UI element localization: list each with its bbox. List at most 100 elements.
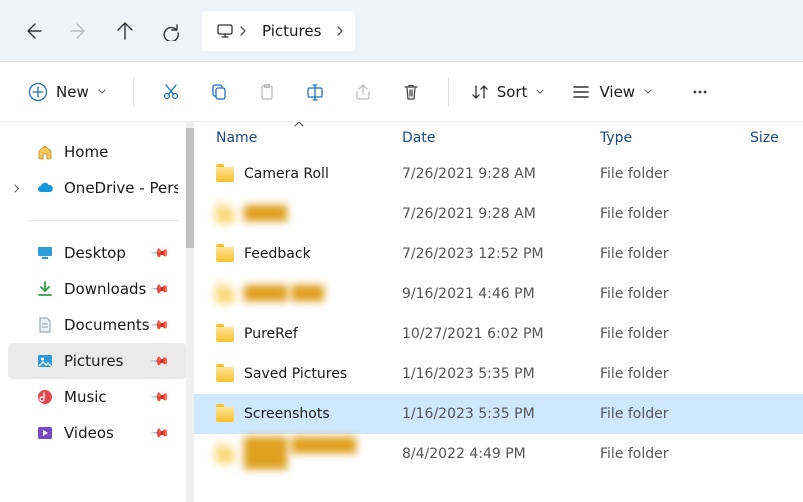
sidebar-item-label: Videos (64, 424, 114, 442)
view-label: View (599, 83, 635, 101)
cell-type: File folder (600, 286, 750, 302)
view-list-icon (571, 83, 591, 101)
folder-icon (216, 367, 234, 382)
cell-date: 10/27/2021 6:02 PM (402, 326, 600, 342)
separator (448, 78, 449, 106)
sidebar-item-videos[interactable]: Videos 📌 (8, 415, 186, 451)
cell-name: Screenshots (216, 406, 402, 422)
more-button[interactable] (677, 72, 723, 112)
chevron-down-icon (97, 87, 107, 97)
copy-button[interactable] (196, 72, 242, 112)
cell-type: File folder (600, 406, 750, 422)
sidebar-item-pictures[interactable]: Pictures 📌 (8, 343, 186, 379)
download-icon (36, 280, 54, 298)
table-row[interactable]: ████7/26/2021 9:28 AMFile folder (194, 194, 803, 234)
arrow-left-icon (23, 21, 43, 41)
forward-button[interactable] (56, 8, 102, 54)
file-name: ████ ███ (244, 286, 324, 302)
table-row[interactable]: Camera Roll7/26/2021 9:28 AMFile folder (194, 154, 803, 194)
toolbar: New Sort View (0, 62, 803, 122)
cell-name: PureRef (216, 326, 402, 342)
column-header-name[interactable]: Name (216, 130, 402, 146)
file-name: Screenshots (244, 406, 330, 422)
cell-date: 8/4/2022 4:49 PM (402, 446, 600, 462)
pin-icon: 📌 (150, 387, 170, 407)
pin-icon: 📌 (150, 315, 170, 335)
chevron-right-icon[interactable] (12, 184, 21, 193)
pin-icon: 📌 (150, 423, 170, 443)
table-row[interactable]: Saved Pictures1/16/2023 5:35 PMFile fold… (194, 354, 803, 394)
chevron-down-icon (535, 87, 545, 97)
file-name: PureRef (244, 326, 298, 342)
up-button[interactable] (102, 8, 148, 54)
folder-icon (216, 167, 234, 182)
sidebar-item-label: Pictures (64, 352, 123, 370)
sort-label: Sort (497, 83, 528, 101)
column-header-type[interactable]: Type (600, 130, 750, 146)
paste-button[interactable] (244, 72, 290, 112)
cell-type: File folder (600, 246, 750, 262)
sidebar-item-label: Home (64, 143, 108, 161)
table-row[interactable]: ████ ██████ ████8/4/2022 4:49 PMFile fol… (194, 434, 803, 474)
music-icon (36, 388, 54, 406)
sort-icon (471, 83, 489, 101)
refresh-button[interactable] (148, 8, 194, 54)
chevron-right-icon[interactable] (331, 26, 349, 36)
cell-type: File folder (600, 326, 750, 342)
breadcrumb-segment[interactable]: Pictures (252, 22, 331, 40)
sidebar-item-home[interactable]: Home (8, 134, 186, 170)
scissors-icon (161, 82, 181, 102)
breadcrumb[interactable]: Pictures (202, 11, 355, 51)
pin-icon: 📌 (150, 243, 170, 263)
view-button[interactable]: View (563, 77, 661, 107)
clipboard-icon (257, 82, 277, 102)
sidebar-item-label: Documents (64, 316, 150, 334)
pictures-icon (36, 352, 54, 370)
home-icon (36, 143, 54, 161)
sidebar-item-onedrive[interactable]: OneDrive - Personal (8, 170, 186, 206)
cell-type: File folder (600, 446, 750, 462)
new-button[interactable]: New (16, 76, 119, 108)
cell-date: 1/16/2023 5:35 PM (402, 406, 600, 422)
cut-button[interactable] (148, 72, 194, 112)
sidebar-item-desktop[interactable]: Desktop 📌 (8, 235, 186, 271)
cell-date: 9/16/2021 4:46 PM (402, 286, 600, 302)
cloud-icon (36, 179, 54, 197)
sidebar-scrollbar-thumb[interactable] (186, 128, 194, 248)
sidebar-item-label: Downloads (64, 280, 146, 298)
sidebar-item-downloads[interactable]: Downloads 📌 (8, 271, 186, 307)
ellipsis-icon (690, 82, 710, 102)
sidebar-item-music[interactable]: Music 📌 (8, 379, 186, 415)
rename-icon (305, 82, 325, 102)
sort-button[interactable]: Sort (463, 77, 554, 107)
arrow-up-icon (115, 21, 135, 41)
separator (133, 78, 134, 106)
delete-button[interactable] (388, 72, 434, 112)
share-button[interactable] (340, 72, 386, 112)
cell-name: ████ (216, 206, 402, 222)
table-row[interactable]: PureRef 10/27/2021 6:02 PMFile folder (194, 314, 803, 354)
file-name: Camera Roll (244, 166, 329, 182)
plus-circle-icon (28, 82, 48, 102)
sidebar-item-label: OneDrive - Personal (64, 179, 178, 197)
navigation-pane: Home OneDrive - Personal Desktop 📌 (0, 122, 194, 502)
separator (28, 220, 178, 221)
folder-icon (216, 287, 234, 302)
trash-icon (401, 82, 421, 102)
column-header-date[interactable]: Date (402, 130, 600, 146)
table-row[interactable]: ████ ███ 9/16/2021 4:46 PMFile folder (194, 274, 803, 314)
column-headers: Name Date Type Size (194, 122, 803, 154)
chevron-right-icon[interactable] (234, 26, 252, 36)
folder-icon (216, 207, 234, 222)
cell-date: 7/26/2023 12:52 PM (402, 246, 600, 262)
table-row[interactable]: Screenshots 1/16/2023 5:35 PMFile folder (194, 394, 803, 434)
sidebar-item-label: Music (64, 388, 107, 406)
sidebar-item-documents[interactable]: Documents 📌 (8, 307, 186, 343)
cell-type: File folder (600, 166, 750, 182)
column-header-size[interactable]: Size (750, 130, 803, 146)
sidebar-scrollbar-track[interactable] (186, 122, 194, 502)
table-row[interactable]: Feedback7/26/2023 12:52 PMFile folder (194, 234, 803, 274)
cell-date: 7/26/2021 9:28 AM (402, 206, 600, 222)
rename-button[interactable] (292, 72, 338, 112)
back-button[interactable] (10, 8, 56, 54)
